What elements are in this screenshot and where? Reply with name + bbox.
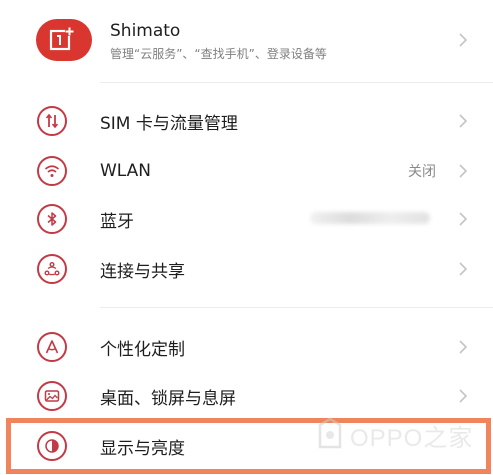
chevron-right-icon: [459, 262, 468, 276]
bluetooth-device-blurred: [310, 212, 430, 224]
settings-item-label: 桌面、锁屏与息屏: [100, 388, 236, 409]
divider: [100, 82, 493, 83]
settings-item-sim[interactable]: SIM 卡与流量管理: [0, 101, 493, 141]
settings-item-label: WLAN: [100, 161, 152, 181]
divider: [100, 307, 493, 308]
settings-item-personalization[interactable]: 个性化定制: [0, 327, 493, 367]
settings-item-label: SIM 卡与流量管理: [100, 113, 238, 134]
settings-item-label: 个性化定制: [100, 339, 185, 360]
chevron-right-icon: [459, 164, 468, 178]
watermark: OPPO之家: [316, 415, 473, 455]
settings-item-label: 蓝牙: [100, 211, 134, 232]
settings-item-connection-sharing[interactable]: 连接与共享: [0, 249, 493, 289]
settings-item-wlan[interactable]: WLAN 关闭: [0, 151, 493, 191]
share-icon: [37, 254, 67, 284]
bluetooth-icon: [37, 204, 67, 234]
wifi-icon: [37, 156, 67, 186]
chevron-right-icon: [459, 114, 468, 128]
wlan-status-value: 关闭: [408, 164, 436, 180]
chevron-right-icon: [459, 340, 468, 354]
wallpaper-icon: [37, 381, 67, 411]
settings-item-label: 连接与共享: [100, 261, 185, 282]
sim-card-icon: [37, 106, 67, 136]
account-row[interactable]: [0, 10, 493, 70]
personalize-icon: [37, 332, 67, 362]
oppo-logo-icon: [318, 417, 342, 449]
settings-item-home-lock-screen[interactable]: 桌面、锁屏与息屏: [0, 376, 493, 416]
watermark-text: OPPO之家: [350, 424, 474, 452]
chevron-right-icon: [459, 389, 468, 403]
chevron-right-icon: [459, 212, 468, 226]
